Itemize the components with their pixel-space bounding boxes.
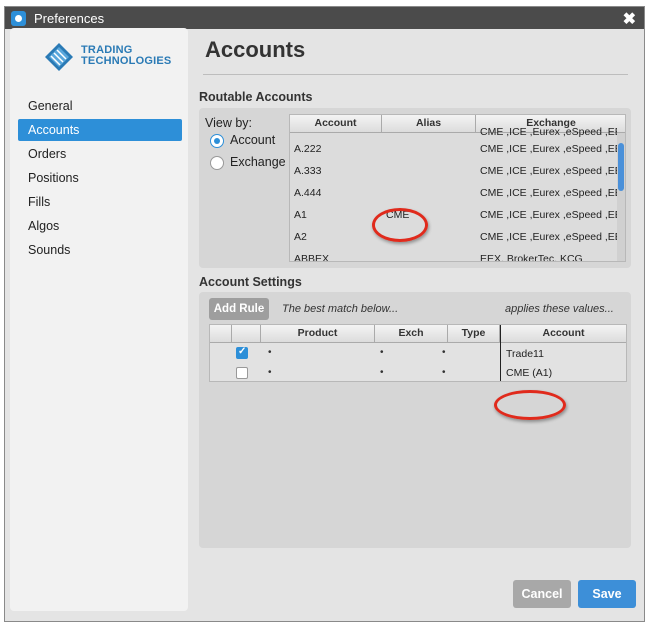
sidebar-nav: General Accounts Orders Positions Fills …: [18, 95, 182, 263]
exchange-cell: CME ,ICE ,Eurex ,eSpeed ,EEX: [480, 143, 617, 155]
account-cell: A1: [294, 209, 307, 221]
row-checkbox[interactable]: [236, 346, 248, 359]
exchange-cell: CME ,ICE ,Eurex ,eSpeed ,EEX: [480, 231, 617, 243]
table-row[interactable]: A1 CME CME ,ICE ,Eurex ,eSpeed ,EEX: [290, 204, 617, 226]
title-divider: [203, 74, 628, 75]
routable-accounts-table: Account Alias Exchange CME ,ICE ,Eurex ,…: [289, 114, 626, 262]
sidebar-item-orders[interactable]: Orders: [18, 143, 182, 165]
table-scrollbar[interactable]: [617, 133, 625, 261]
account-cell: A2: [294, 231, 307, 243]
account-settings-panel: Add Rule The best match below... applies…: [199, 292, 631, 548]
row-checkbox[interactable]: [236, 367, 248, 379]
table-row[interactable]: • • • Trade11: [210, 343, 626, 363]
product-cell: •: [268, 347, 272, 358]
account-cell: A.222: [294, 143, 322, 155]
product-cell: •: [268, 367, 272, 378]
sidebar-item-sounds[interactable]: Sounds: [18, 239, 182, 261]
highlight-circle-alias: [372, 208, 428, 242]
column-header-blank-1: [210, 325, 232, 343]
exchange-cell: CME ,ICE ,Eurex ,eSpeed ,EEX: [480, 187, 617, 199]
type-cell: •: [442, 367, 446, 378]
exchange-cell: CME ,ICE ,Eurex ,eSpeed ,EEX: [480, 126, 617, 138]
table-row[interactable]: ABBEX EEX, BrokerTec, KCG: [290, 248, 617, 262]
save-button[interactable]: Save: [578, 580, 636, 608]
scrollbar-thumb[interactable]: [618, 143, 624, 191]
column-header-account[interactable]: Account: [500, 325, 626, 343]
radio-account-button[interactable]: [210, 134, 224, 148]
rules-table-header: Product Exch Type Account: [210, 325, 626, 343]
close-icon[interactable]: ✖: [623, 9, 636, 29]
table-row[interactable]: A2 CME ,ICE ,Eurex ,eSpeed ,EEX: [290, 226, 617, 248]
account-column-divider: [500, 343, 501, 381]
title-bar: Preferences ✖: [5, 7, 644, 29]
radio-account-label: Account: [230, 133, 276, 147]
table-row[interactable]: A.444 CME ,ICE ,Eurex ,eSpeed ,EEX: [290, 182, 617, 204]
view-by-label: View by:: [205, 116, 253, 130]
routable-accounts-label: Routable Accounts: [199, 90, 313, 104]
table-row[interactable]: A.333 CME ,ICE ,Eurex ,eSpeed ,EEX: [290, 160, 617, 182]
account-cell: A.444: [294, 187, 322, 199]
account-cell: Trade11: [506, 348, 544, 360]
add-rule-button[interactable]: Add Rule: [209, 298, 269, 320]
account-cell: CME (A1): [506, 367, 553, 379]
cancel-button[interactable]: Cancel: [513, 580, 571, 608]
sidebar-item-positions[interactable]: Positions: [18, 167, 182, 189]
exchange-cell: EEX, BrokerTec, KCG: [480, 253, 583, 262]
routable-accounts-panel: View by: Account Exchange Account Alias …: [199, 108, 631, 268]
account-settings-label: Account Settings: [199, 275, 302, 289]
radio-exchange-label: Exchange: [230, 155, 286, 169]
logo-text: TRADING TECHNOLOGIES: [81, 45, 171, 67]
account-rules-table: Product Exch Type Account • • • Trade11 …: [209, 324, 627, 382]
logo: TRADING TECHNOLOGIES: [44, 40, 174, 74]
sidebar-item-accounts[interactable]: Accounts: [18, 119, 182, 141]
exchange-cell: CME ,ICE ,Eurex ,eSpeed ,EEX: [480, 209, 617, 221]
exchange-cell: CME ,ICE ,Eurex ,eSpeed ,EEX: [480, 165, 617, 177]
sidebar-item-fills[interactable]: Fills: [18, 191, 182, 213]
column-header-product[interactable]: Product: [261, 325, 375, 343]
table-row-partial[interactable]: CME ,ICE ,Eurex ,eSpeed ,EEX: [290, 126, 617, 138]
exch-cell: •: [380, 367, 384, 378]
hint-applies-values: applies these values...: [505, 303, 614, 315]
column-header-type[interactable]: Type: [448, 325, 500, 343]
radio-exchange-button[interactable]: [210, 156, 224, 170]
logo-mark-icon: [45, 43, 73, 71]
page-title: Accounts: [205, 37, 306, 62]
column-header-exch[interactable]: Exch: [375, 325, 448, 343]
sidebar-item-general[interactable]: General: [18, 95, 182, 117]
main-content: Accounts Routable Accounts View by: Acco…: [196, 28, 632, 611]
column-header-select: [232, 325, 261, 343]
table-row[interactable]: • • • CME (A1): [210, 363, 626, 383]
account-cell: ABBEX: [294, 253, 330, 262]
type-cell: •: [442, 347, 446, 358]
exch-cell: •: [380, 347, 384, 358]
preferences-icon: [11, 11, 26, 26]
table-row[interactable]: A.222 CME ,ICE ,Eurex ,eSpeed ,EEX: [290, 138, 617, 160]
highlight-circle-account: [494, 390, 566, 420]
hint-best-match: The best match below...: [282, 303, 399, 315]
sidebar: TRADING TECHNOLOGIES General Accounts Or…: [10, 28, 188, 611]
logo-line-2: TECHNOLOGIES: [81, 55, 172, 67]
window-title: Preferences: [34, 11, 105, 26]
sidebar-item-algos[interactable]: Algos: [18, 215, 182, 237]
account-cell: A.333: [294, 165, 322, 177]
